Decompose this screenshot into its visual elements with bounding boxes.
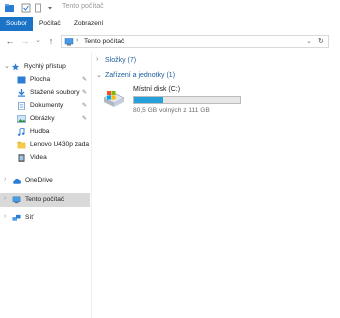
sidebar-item-label: Síť: [25, 214, 34, 221]
tab-pocitac[interactable]: Počítač: [39, 17, 61, 31]
sidebar-item-plocha[interactable]: Plocha ✎: [0, 74, 90, 87]
documents-icon: [18, 102, 25, 110]
chevron-right-icon[interactable]: ›: [4, 213, 6, 220]
cloud-icon: [13, 178, 21, 184]
new-folder-icon[interactable]: [34, 3, 42, 13]
ribbon: Soubor Počítač Zobrazení: [0, 17, 340, 32]
back-button[interactable]: ←: [5, 36, 15, 46]
address-dropdown-icon[interactable]: ⌄: [306, 37, 312, 45]
download-icon: [18, 89, 25, 97]
sidebar-item-label: Videa: [30, 154, 47, 161]
navigation-pane: ⌄ Rychlý přístup Plocha ✎ Stažené soubor…: [0, 53, 92, 318]
music-icon: [18, 128, 25, 136]
sidebar-item-stazene-soubory[interactable]: Stažené soubory ✎: [0, 87, 90, 100]
computer-icon: [64, 38, 74, 46]
pin-icon: ✎: [82, 116, 88, 122]
explorer-icon: [5, 4, 14, 12]
sidebar-item-label: Obrázky: [30, 115, 55, 122]
properties-icon[interactable]: [21, 3, 31, 13]
drive-usage-bar: [133, 96, 241, 104]
up-button[interactable]: ↑: [46, 36, 56, 46]
chevron-right-icon[interactable]: ›: [96, 56, 98, 63]
sidebar-item-label: Lenovo U430p zada: [30, 141, 90, 148]
tab-soubor[interactable]: Soubor: [0, 17, 33, 31]
pin-icon: ✎: [82, 90, 88, 96]
title-bar: Tento počítač: [0, 0, 340, 17]
sidebar-item-videa[interactable]: Videa: [0, 152, 90, 165]
sidebar-item-label: Dokumenty: [30, 102, 64, 109]
group-title: Zařízení a jednotky (1): [105, 72, 176, 79]
pin-icon: ✎: [82, 77, 88, 83]
chevron-down-icon[interactable]: ⌄: [4, 62, 10, 70]
address-toolbar: ← → ⌄ ↑ › Tento počítač ⌄ ↻: [0, 31, 340, 53]
breadcrumb-separator: ›: [76, 37, 79, 44]
sidebar-item-label: Rychlý přístup: [24, 63, 66, 70]
videos-icon: [18, 154, 25, 162]
drive-free-space: 80,5 GB volných z 111 GB: [133, 107, 210, 114]
folder-icon: [17, 141, 26, 149]
sidebar-item-dokumenty[interactable]: Dokumenty ✎: [0, 100, 90, 113]
pictures-icon: [17, 115, 26, 123]
breadcrumb-this-pc[interactable]: Tento počítač: [84, 38, 124, 45]
address-bar[interactable]: › Tento počítač ⌄ ↻: [61, 35, 329, 48]
tab-zobrazeni[interactable]: Zobrazení: [74, 17, 103, 31]
customize-quick-access-icon[interactable]: [46, 3, 54, 13]
sidebar-item-label: Plocha: [30, 76, 51, 83]
hard-drive-icon: [103, 91, 125, 107]
drive-usage-fill: [134, 97, 164, 103]
sidebar-item-obrazky[interactable]: Obrázky ✎: [0, 113, 90, 126]
content-pane: › Složky (7) ⌄ Zařízení a jednotky (1) M…: [92, 53, 340, 318]
sidebar-item-label: OneDrive: [25, 177, 53, 184]
chevron-right-icon[interactable]: ›: [4, 176, 6, 183]
sidebar-item-label: Tento počítač: [25, 196, 65, 203]
refresh-icon[interactable]: ↻: [318, 37, 324, 45]
sidebar-item-label: Hudba: [30, 128, 50, 135]
window-title: Tento počítač: [62, 3, 104, 10]
drive-name: Místní disk (C:): [133, 86, 181, 93]
sidebar-item-quick-access[interactable]: ⌄ Rychlý přístup: [0, 61, 90, 74]
sidebar-item-onedrive[interactable]: › OneDrive: [0, 175, 90, 188]
chevron-down-icon[interactable]: ⌄: [96, 71, 102, 79]
desktop-icon: [17, 76, 26, 84]
chevron-right-icon[interactable]: ›: [4, 195, 6, 202]
sidebar-item-this-pc[interactable]: › Tento počítač: [0, 193, 90, 207]
pin-icon: ✎: [82, 103, 88, 109]
sidebar-item-lenovo[interactable]: Lenovo U430p zada: [0, 139, 90, 152]
sidebar-item-label: Stažené soubory: [30, 89, 80, 96]
sidebar-item-network[interactable]: › Síť: [0, 212, 90, 225]
forward-button[interactable]: →: [20, 36, 30, 46]
drive-item-c[interactable]: Místní disk (C:) 80,5 GB volných z 111 G…: [100, 85, 250, 121]
computer-icon: [12, 196, 21, 204]
star-icon: [11, 63, 20, 71]
group-title: Složky (7): [105, 57, 137, 64]
network-icon: [12, 214, 21, 221]
recent-locations-button[interactable]: ⌄: [33, 36, 43, 46]
sidebar-item-hudba[interactable]: Hudba: [0, 126, 90, 139]
